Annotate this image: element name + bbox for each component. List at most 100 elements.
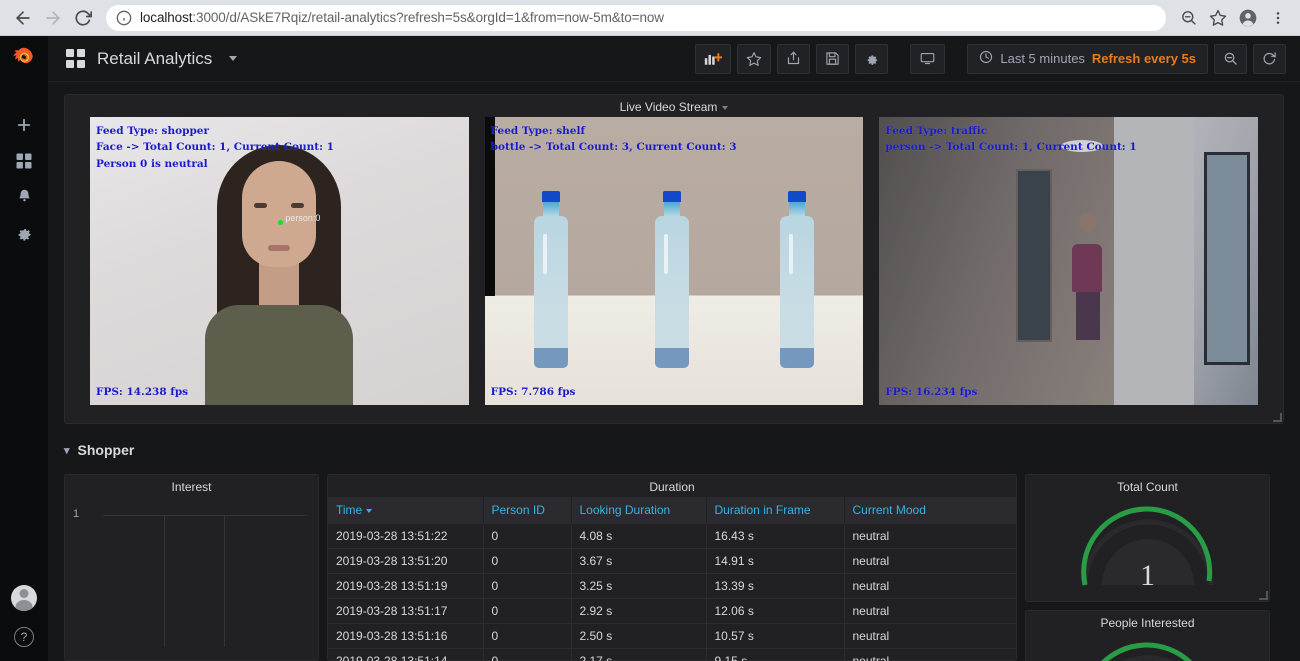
bottle-highlight [664,233,669,274]
bottle-cap [541,190,560,202]
bottle-neck [542,201,559,216]
feed-fps-label: FPS: 7.786 fps [490,386,576,398]
bottle-1 [533,190,568,368]
dashboard-title-group[interactable]: Retail Analytics [66,48,238,69]
column-header-current-mood[interactable]: Current Mood [844,497,1016,524]
star-icon[interactable] [1204,4,1232,32]
detection-label: person:0 [285,213,321,223]
people-interested-gauge[interactable] [1026,633,1269,661]
panel-title-duration[interactable]: Duration [328,475,1016,497]
cell-current-mood: neutral [844,548,1016,574]
table-row[interactable]: 2019-03-28 13:51:22 0 4.08 s 16.43 s neu… [328,523,1016,549]
video-feed-row: person:0 Feed Type: shopper Face -> Tota… [65,117,1283,405]
interest-graph[interactable]: 1 [65,497,318,647]
bottle-cap [663,190,682,202]
back-arrow-icon[interactable] [8,3,38,33]
bottle-2 [655,190,690,368]
feed-type-label: Feed Type: traffic [885,125,988,137]
share-dashboard-button[interactable] [777,43,811,74]
bottle-body [655,215,690,368]
bottle-highlight [789,233,794,274]
panel-resize-handle[interactable] [1259,591,1268,600]
dashboard-actions: Last 5 minutes Refresh every 5s [695,43,1286,74]
chevron-down-icon[interactable] [722,105,729,110]
page-title: Retail Analytics [97,48,213,68]
cell-looking-duration: 3.67 s [571,548,707,574]
table-row[interactable]: 2019-03-28 13:51:16 0 2.50 s 10.57 s neu… [328,623,1016,649]
panel-title-text: Total Count [1117,480,1178,494]
panel-resize-handle[interactable] [1273,413,1282,422]
column-header-time[interactable]: Time [328,497,484,524]
table-head: Time Person ID Looking Duration Duration… [328,497,1016,524]
table-row[interactable]: 2019-03-28 13:51:19 0 3.25 s 13.39 s neu… [328,573,1016,599]
panel-title-text: Interest [171,480,212,494]
table-body: 2019-03-28 13:51:22 0 4.08 s 16.43 s neu… [328,523,1016,661]
time-zoom-out-button[interactable] [1214,43,1247,74]
bottle-highlight [542,233,547,274]
profile-avatar-icon[interactable] [1234,4,1262,32]
time-range-picker[interactable]: Last 5 minutes Refresh every 5s [967,43,1208,74]
mark-favorite-button[interactable] [737,43,772,74]
question-mark-icon[interactable]: ? [14,627,34,647]
column-header-person-id[interactable]: Person ID [483,497,572,524]
zoom-out-icon[interactable] [1174,4,1202,32]
time-range-label: Last 5 minutes [1000,51,1085,66]
gridline-horizontal [103,515,306,516]
sidebar-item-configuration[interactable] [0,217,48,253]
sidebar-item-alerting[interactable] [0,181,48,217]
cell-duration-in-frame: 13.39 s [706,573,845,599]
url-text: localhost:3000/d/ASkE7Rqiz/retail-analyt… [140,10,664,25]
cell-looking-duration: 4.08 s [571,523,707,549]
bottle-cap [788,190,807,202]
table-row[interactable]: 2019-03-28 13:51:14 0 2.17 s 9.15 s neut… [328,648,1016,661]
avatar-icon[interactable] [11,585,37,611]
cell-looking-duration: 2.17 s [571,648,707,661]
video-feed-traffic[interactable]: Feed Type: traffic person -> Total Count… [879,117,1259,405]
feed-type-label: Feed Type: shelf [490,125,585,137]
panel-title-total-count[interactable]: Total Count [1026,475,1269,497]
table-row[interactable]: 2019-03-28 13:51:17 0 2.92 s 12.06 s neu… [328,598,1016,624]
reload-icon[interactable] [68,3,98,33]
panel-title-live-video-stream[interactable]: Live Video Stream [65,95,1283,117]
refresh-dashboard-button[interactable] [1253,43,1286,74]
feed-detection-label: Face -> Total Count: 1, Current Count: 1 [96,141,334,153]
cell-current-mood: neutral [844,623,1016,649]
row-header-shopper[interactable]: ▾ Shopper [64,442,134,458]
cell-time: 2019-03-28 13:51:22 [328,523,484,549]
table-row[interactable]: 2019-03-28 13:51:20 0 3.67 s 14.91 s neu… [328,548,1016,574]
row-title: Shopper [77,442,135,458]
kebab-menu-icon[interactable] [1264,4,1292,32]
total-count-gauge[interactable]: 1 [1026,497,1269,595]
chevron-down-icon[interactable]: ▾ [64,444,70,457]
clock-icon [979,50,993,67]
cell-time: 2019-03-28 13:51:19 [328,573,484,599]
browser-toolbar: localhost:3000/d/ASkE7Rqiz/retail-analyt… [0,0,1300,36]
cell-time: 2019-03-28 13:51:14 [328,648,484,661]
column-header-duration-in-frame[interactable]: Duration in Frame [706,497,845,524]
grafana-logo-icon[interactable] [10,46,38,79]
dashboard-settings-button[interactable] [855,43,889,74]
cell-current-mood: neutral [844,523,1016,549]
feed-mood-label: Person 0 is neutral [96,158,208,170]
panel-title-text: Duration [649,480,695,494]
save-dashboard-button[interactable] [816,43,850,74]
add-panel-button[interactable] [695,43,732,74]
panel-interest: Interest 1 [64,474,319,661]
sidebar-item-create[interactable] [0,109,48,145]
sort-desc-icon[interactable] [366,508,373,513]
sidebar-item-dashboards[interactable] [0,145,48,181]
address-bar[interactable]: localhost:3000/d/ASkE7Rqiz/retail-analyt… [106,4,1166,31]
video-feed-shopper[interactable]: person:0 Feed Type: shopper Face -> Tota… [90,117,469,405]
panel-title-interest[interactable]: Interest [65,475,318,497]
video-feed-shelf[interactable]: Feed Type: shelf bottle -> Total Count: … [484,117,864,405]
column-header-looking-duration[interactable]: Looking Duration [571,497,707,524]
panel-duration-table: Duration Time Person ID Looking Duration… [327,474,1017,661]
gauge-value: 1 [1140,559,1155,592]
tv-kiosk-mode-button[interactable] [910,43,946,74]
forward-arrow-icon[interactable] [38,3,68,33]
chevron-down-icon[interactable] [229,56,238,61]
cell-looking-duration: 3.25 s [571,573,707,599]
gauge-arc [1100,642,1192,661]
panel-total-count: Total Count 1 [1025,474,1270,602]
panel-title-people-interested[interactable]: People Interested [1026,611,1269,633]
